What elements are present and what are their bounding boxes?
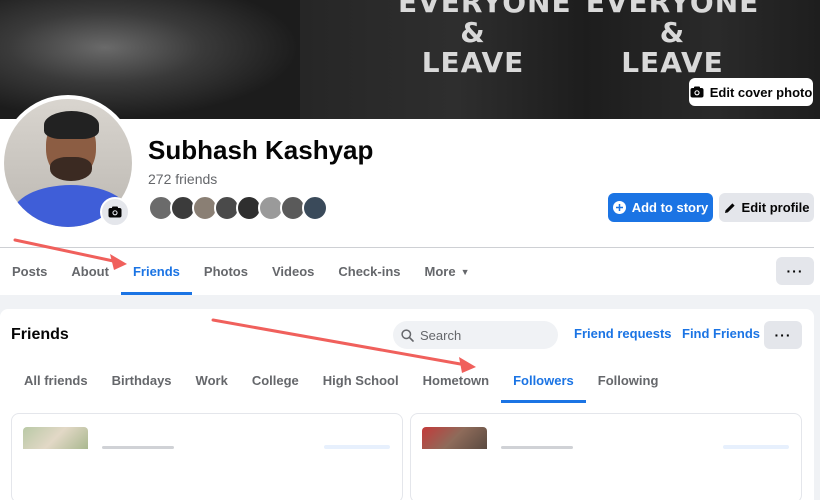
tab-videos[interactable]: Videos xyxy=(260,248,326,295)
caret-down-icon: ▼ xyxy=(460,266,470,277)
tab-label: High School xyxy=(322,372,399,388)
profile-name: Subhash Kashyap xyxy=(148,135,374,165)
shirt-print-right: EVERYONE & LEAVE xyxy=(585,0,760,78)
edit-cover-photo-button[interactable]: Edit cover photo xyxy=(689,78,813,106)
follower-action-placeholder xyxy=(723,445,789,449)
camera-icon xyxy=(690,86,704,98)
camera-icon xyxy=(108,206,122,218)
pencil-icon xyxy=(724,202,735,213)
tab-label: Friends xyxy=(132,264,180,279)
friend-avatars xyxy=(148,195,328,221)
tab-high-school[interactable]: High School xyxy=(311,357,411,403)
tab-label: College xyxy=(251,372,299,388)
avatar-hair xyxy=(44,111,99,139)
tab-label: Birthdays xyxy=(111,372,172,388)
cover-photo: EVERYONE & LEAVE EVERYONE & LEAVE Edit c… xyxy=(0,0,820,119)
friends-subtabs: All friends Birthdays Work College High … xyxy=(12,357,670,403)
avatar-beard xyxy=(50,157,92,181)
tab-check-ins[interactable]: Check-ins xyxy=(326,248,412,295)
friend-count[interactable]: 272 friends xyxy=(148,171,217,187)
add-to-story-button[interactable]: Add to story xyxy=(608,193,713,222)
tab-label: Work xyxy=(195,372,228,388)
edit-profile-button[interactable]: Edit profile xyxy=(719,193,814,222)
shirt-print-line: LEAVE xyxy=(421,46,525,79)
profile-tabs: Posts About Friends Photos Videos Check-… xyxy=(0,248,482,295)
tab-all-friends[interactable]: All friends xyxy=(12,357,100,403)
tab-college[interactable]: College xyxy=(240,357,311,403)
follower-name-placeholder xyxy=(102,446,174,449)
plus-circle-icon xyxy=(612,201,626,214)
shirt-print-line: & xyxy=(659,16,686,49)
update-profile-picture-button[interactable] xyxy=(100,197,130,227)
find-friends-link[interactable]: Find Friends xyxy=(682,326,760,341)
tab-about[interactable]: About xyxy=(59,248,121,295)
search-icon xyxy=(401,328,414,342)
friends-title: Friends xyxy=(11,326,69,343)
tab-label: Following xyxy=(597,372,659,388)
tab-posts[interactable]: Posts xyxy=(0,248,59,295)
follower-thumbnail xyxy=(422,427,487,449)
tab-work[interactable]: Work xyxy=(184,357,240,403)
shirt-print-line: & xyxy=(460,16,486,49)
tab-following[interactable]: Following xyxy=(586,357,671,403)
add-to-story-label: Add to story xyxy=(631,200,709,215)
profile-more-options-button[interactable]: ··· xyxy=(776,257,814,285)
more-icon: ··· xyxy=(774,327,792,343)
tab-label: All friends xyxy=(24,372,88,388)
tab-label: Check-ins xyxy=(338,264,401,279)
friends-card: Friends Friend requests Find Friends ···… xyxy=(0,309,814,500)
friend-avatar[interactable] xyxy=(302,195,328,221)
tab-more[interactable]: More ▼ xyxy=(413,248,482,295)
tab-label: About xyxy=(71,264,109,279)
edit-profile-label: Edit profile xyxy=(741,200,810,215)
tab-birthdays[interactable]: Birthdays xyxy=(100,357,184,403)
facebook-profile-page: EVERYONE & LEAVE EVERYONE & LEAVE Edit c… xyxy=(0,0,820,500)
tab-label: Hometown xyxy=(422,372,490,388)
tab-friends[interactable]: Friends xyxy=(120,248,192,295)
tab-label: More xyxy=(424,264,456,279)
follower-card[interactable] xyxy=(11,413,403,500)
follower-action-placeholder xyxy=(324,445,390,449)
tab-label: Followers xyxy=(513,372,574,388)
friends-search[interactable] xyxy=(393,321,558,349)
tab-label: Photos xyxy=(203,264,248,279)
follower-thumbnail xyxy=(23,427,88,449)
edit-cover-photo-label: Edit cover photo xyxy=(709,84,813,100)
tab-label: Posts xyxy=(12,264,48,279)
friends-more-options-button[interactable]: ··· xyxy=(764,321,802,349)
more-icon: ··· xyxy=(786,263,804,279)
follower-card[interactable] xyxy=(410,413,802,500)
shirt-print-line: LEAVE xyxy=(621,46,724,79)
tab-hometown[interactable]: Hometown xyxy=(411,357,501,403)
shirt-print-left: EVERYONE & LEAVE xyxy=(398,0,571,79)
tab-photos[interactable]: Photos xyxy=(192,248,260,295)
search-input[interactable] xyxy=(420,327,550,343)
tab-label: Videos xyxy=(271,264,315,279)
tab-followers[interactable]: Followers xyxy=(501,357,586,403)
friend-requests-link[interactable]: Friend requests xyxy=(574,326,672,341)
follower-name-placeholder xyxy=(501,446,573,449)
